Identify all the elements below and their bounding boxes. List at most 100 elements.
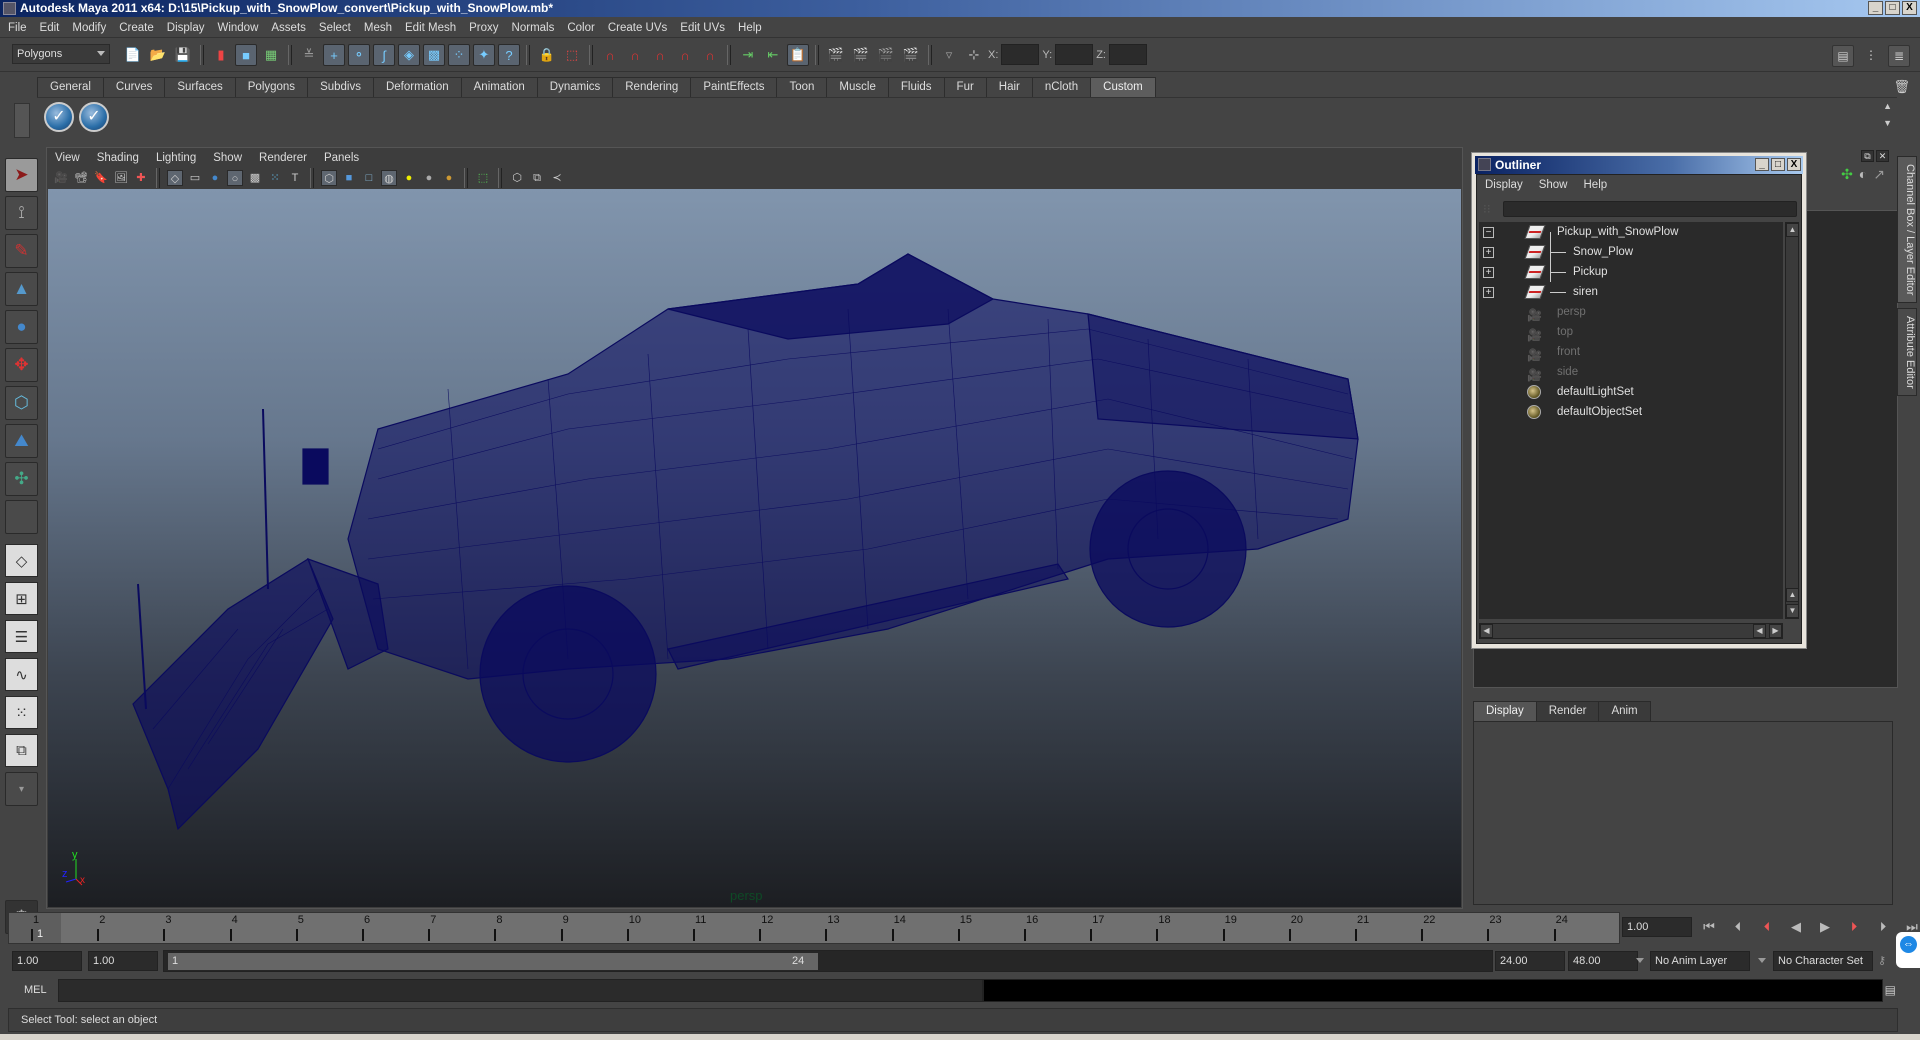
- render-view-icon[interactable]: 🎬: [825, 44, 847, 66]
- step-back-frame-icon[interactable]: ⏴: [1727, 916, 1749, 938]
- channel-box-arrow-icon[interactable]: ↗: [1873, 166, 1885, 183]
- outliner-item[interactable]: 🎥 persp: [1479, 302, 1783, 322]
- shelf-tab-hair[interactable]: Hair: [985, 77, 1033, 97]
- play-forwards-icon[interactable]: ▶: [1814, 916, 1836, 938]
- viewport-menu-show[interactable]: Show: [213, 152, 242, 164]
- move-tool-icon[interactable]: ▲: [5, 272, 38, 306]
- menu-window[interactable]: Window: [217, 22, 258, 34]
- shelf-scroll-up-icon[interactable]: ▲: [1883, 101, 1892, 111]
- minimize-button[interactable]: _: [1868, 1, 1883, 15]
- menu-display[interactable]: Display: [167, 22, 205, 34]
- wireframe-icon[interactable]: ⬡: [321, 170, 337, 186]
- shelf-tab-painteffects[interactable]: PaintEffects: [690, 77, 778, 97]
- outliner-filter-input[interactable]: [1503, 201, 1797, 217]
- character-set-dropdown[interactable]: No Character Set: [1773, 951, 1873, 971]
- last-used-tool-icon[interactable]: [5, 500, 38, 534]
- channel-box-axis-icon[interactable]: ✣: [1841, 166, 1853, 183]
- misc-mask-icon[interactable]: ?: [498, 44, 520, 66]
- shelf-tab-fluids[interactable]: Fluids: [887, 77, 945, 97]
- select-camera-icon[interactable]: 🎥: [53, 170, 69, 186]
- four-view-layout-icon[interactable]: ⊞: [5, 582, 38, 615]
- select-object-icon[interactable]: ■: [235, 44, 257, 66]
- film-gate-icon[interactable]: ▭: [187, 170, 203, 186]
- select-hierarchy-icon[interactable]: ▮: [210, 44, 232, 66]
- animation-start-field[interactable]: [12, 951, 82, 971]
- input-ops-icon[interactable]: ⇥: [737, 44, 759, 66]
- shelf-tab-deformation[interactable]: Deformation: [372, 77, 462, 97]
- maximize-button[interactable]: □: [1885, 1, 1900, 15]
- viewport-menu-renderer[interactable]: Renderer: [259, 152, 307, 164]
- lasso-tool-icon[interactable]: ⟟: [5, 196, 38, 230]
- surface-mask-icon[interactable]: ◈: [398, 44, 420, 66]
- auto-key-icon[interactable]: ⚷: [1878, 954, 1886, 967]
- outliner-item[interactable]: − Pickup_with_SnowPlow: [1479, 222, 1783, 242]
- soft-modification-tool-icon[interactable]: ⛰: [5, 424, 38, 458]
- deformation-mask-icon[interactable]: ▩: [423, 44, 445, 66]
- attribute-editor-toggle-icon[interactable]: ▤: [1832, 45, 1854, 67]
- open-scene-icon[interactable]: 📂: [147, 44, 169, 66]
- outliner-persp-layout-icon[interactable]: ☰: [5, 620, 38, 653]
- two-d-pan-zoom-icon[interactable]: ✚: [133, 170, 149, 186]
- channel-box-layer-icon[interactable]: ◐: [1859, 166, 1867, 183]
- viewport-menu-lighting[interactable]: Lighting: [156, 152, 196, 164]
- outliner-item[interactable]: 🎥 front: [1479, 342, 1783, 362]
- chevron-down-icon[interactable]: [1636, 958, 1644, 963]
- scroll-right-icon[interactable]: ▶: [1769, 624, 1782, 638]
- shelf-tab-general[interactable]: General: [37, 77, 104, 97]
- shelf-tab-subdivs[interactable]: Subdivs: [307, 77, 374, 97]
- 3d-scene-view[interactable]: y z x persp: [48, 189, 1461, 907]
- shelf-menu-button[interactable]: [14, 103, 30, 138]
- outliner-item[interactable]: + siren: [1479, 282, 1783, 302]
- outliner-close-button[interactable]: X: [1787, 158, 1801, 171]
- outliner-item[interactable]: 🎥 top: [1479, 322, 1783, 342]
- tool-settings-toggle-icon[interactable]: ⋮: [1860, 45, 1882, 67]
- shelf-tab-animation[interactable]: Animation: [460, 77, 538, 97]
- outliner-item[interactable]: 🎥 side: [1479, 362, 1783, 382]
- rendering-mask-icon[interactable]: ✦: [473, 44, 495, 66]
- shelf-trash-icon[interactable]: 🗑: [1893, 79, 1910, 95]
- construction-history-icon[interactable]: 📋: [787, 44, 809, 66]
- shelf-tab-surfaces[interactable]: Surfaces: [164, 77, 236, 97]
- shelf-tab-polygons[interactable]: Polygons: [234, 77, 309, 97]
- mel-command-input[interactable]: [58, 979, 983, 1002]
- paint-select-tool-icon[interactable]: ✎: [5, 234, 38, 268]
- persp-graph-layout-icon[interactable]: ∿: [5, 658, 38, 691]
- menu-edit[interactable]: Edit: [40, 22, 60, 34]
- animation-end-field[interactable]: [1568, 951, 1638, 971]
- mask-icon[interactable]: ≚: [298, 44, 320, 66]
- menu-proxy[interactable]: Proxy: [469, 22, 498, 34]
- scale-tool-icon[interactable]: ✥: [5, 348, 38, 382]
- menu-modify[interactable]: Modify: [72, 22, 106, 34]
- safe-action-icon[interactable]: ⁙: [267, 170, 283, 186]
- save-scene-icon[interactable]: 💾: [172, 44, 194, 66]
- snap-grid-icon[interactable]: ∩: [599, 44, 621, 66]
- panel-close-button[interactable]: ✕: [1876, 150, 1889, 162]
- lock-selection-icon[interactable]: 🔒: [536, 44, 558, 66]
- hypershade-persp-layout-icon[interactable]: ⁙: [5, 696, 38, 729]
- ipr-render-icon[interactable]: 🎬: [875, 44, 897, 66]
- channel-box-layer-editor-tab[interactable]: Channel Box / Layer Editor: [1897, 156, 1917, 303]
- scroll-up-icon[interactable]: ▲: [1786, 223, 1799, 237]
- expand-icon[interactable]: +: [1483, 287, 1494, 298]
- high-quality-icon[interactable]: ●: [441, 170, 457, 186]
- highlight-selection-icon[interactable]: ⬚: [561, 44, 583, 66]
- shelf-tab-muscle[interactable]: Muscle: [826, 77, 889, 97]
- shelf-tab-custom[interactable]: Custom: [1090, 77, 1156, 97]
- range-slider-handle[interactable]: 1 24: [168, 953, 818, 970]
- shelf-check-button-1[interactable]: ✓: [44, 102, 74, 132]
- expand-icon[interactable]: +: [1483, 247, 1494, 258]
- menu-select[interactable]: Select: [319, 22, 351, 34]
- camera-attributes-icon[interactable]: 📽: [73, 170, 89, 186]
- collapse-icon[interactable]: −: [1483, 227, 1494, 238]
- outliner-menu-show[interactable]: Show: [1539, 179, 1568, 191]
- menu-help[interactable]: Help: [738, 22, 762, 34]
- anim-layer-dropdown[interactable]: No Anim Layer: [1650, 951, 1750, 971]
- outliner-vertical-scrollbar[interactable]: ▲ ▲ ▼: [1785, 222, 1799, 619]
- shelf-tab-rendering[interactable]: Rendering: [612, 77, 692, 97]
- scroll-up-icon[interactable]: ▲: [1786, 588, 1799, 602]
- shelf-tab-curves[interactable]: Curves: [102, 77, 166, 97]
- textured-icon[interactable]: ◍: [381, 170, 397, 186]
- truck-wireframe-model[interactable]: [48, 189, 1461, 907]
- outliner-item[interactable]: defaultObjectSet: [1479, 402, 1783, 422]
- render-settings-icon[interactable]: 🎬: [900, 44, 922, 66]
